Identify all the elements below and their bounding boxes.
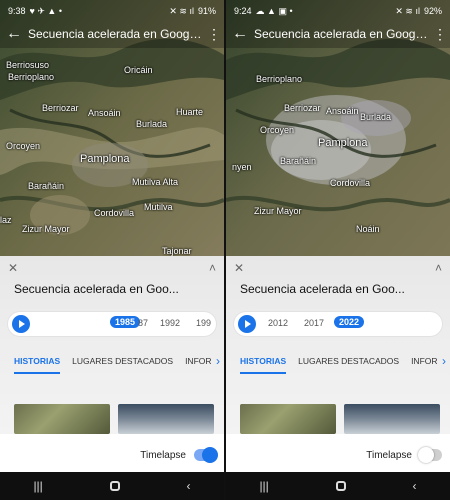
notification-icons: ☁ ▲ ▣ • [255,5,293,16]
place-label: Zizur Mayor [22,224,70,234]
year-list: 1985 87 1992 199 [8,312,216,336]
place-label: Ansoáin [88,108,121,118]
place-label: Oricáin [124,65,153,75]
signal-icons: ✕ ≋ ıl [169,5,194,16]
place-label: Barañáin [28,181,65,191]
app-bar: ← Secuencia acelerada en Google... ⋮ [0,22,224,46]
toggle-knob [202,447,218,463]
chevron-up-icon[interactable]: ˄ [435,261,442,275]
back-nav-icon[interactable]: ‹ [413,479,417,493]
year-option[interactable]: 2017 [304,318,324,328]
status-bar: 9:38 ♥ ✈ ▲ • ✕ ≋ ıl 91% [0,0,224,22]
place-label: Cordovilla [94,208,135,218]
year-selected[interactable]: 2022 [334,316,365,328]
place-label: Cordovilla [330,178,371,188]
story-thumbnail[interactable] [344,404,440,434]
story-thumbnail[interactable] [14,404,110,434]
place-label: Berrioplano [8,72,55,82]
year-option[interactable]: 87 [138,318,148,328]
app-bar: ← Secuencia acelerada en Google... ⋮ [226,22,450,46]
year-scrubber[interactable]: 2012 2017 2022 [234,312,442,336]
tab-historias[interactable]: HISTORIAS [240,356,287,374]
chevron-right-icon[interactable]: › [442,354,446,368]
signal-icons: ✕ ≋ ıl [395,5,420,16]
story-thumbnails [0,404,224,438]
place-label: Pamplona [318,137,368,149]
story-thumbnails [226,404,450,438]
place-label: Berriosuso [6,60,50,70]
app-title: Secuencia acelerada en Google... [254,27,430,41]
year-option[interactable]: 1992 [160,318,180,328]
place-label: Noáin [356,224,380,234]
chevron-up-icon[interactable]: ˄ [209,261,216,275]
year-option[interactable]: 2012 [268,318,288,328]
tab-lugares-destacados[interactable]: LUGARES DESTACADOS [72,356,173,374]
recents-icon[interactable]: ||| [259,479,268,493]
place-label: nyen [232,162,252,172]
place-label: Mutilva [144,202,173,212]
chevron-right-icon[interactable]: › [216,354,220,368]
place-label: Berrioplano [256,74,303,84]
timelapse-label: Timelapse [366,449,412,461]
place-label: Orcoyen [6,141,41,151]
notification-icons: ♥ ✈ ▲ • [29,5,62,16]
place-label: Berriozar [284,103,321,113]
app-title: Secuencia acelerada en Google... [28,27,204,41]
tab-informacion[interactable]: INFOR [411,356,437,374]
story-thumbnail[interactable] [240,404,336,434]
more-vert-icon[interactable]: ⋮ [204,26,224,43]
place-label: Barañáin [280,156,317,166]
recents-icon[interactable]: ||| [33,479,42,493]
place-label: Orcoyen [260,125,295,135]
back-nav-icon[interactable]: ‹ [187,479,191,493]
arrow-left-icon[interactable]: ← [0,25,28,43]
place-label: laz [0,215,12,225]
more-vert-icon[interactable]: ⋮ [430,26,450,43]
battery-level: 92% [423,6,442,16]
toggle-knob [418,447,434,463]
home-icon[interactable] [335,481,346,491]
close-icon[interactable]: ✕ [8,261,18,275]
place-label: Burlada [136,119,168,129]
time: 9:24 [234,6,252,16]
system-nav-bar: ||| ‹ [226,472,450,500]
satellite-map[interactable]: 9:38 ♥ ✈ ▲ • ✕ ≋ ıl 91% ← Secuencia acel… [0,0,224,256]
place-label: Huarte [176,107,204,117]
timelapse-toggle[interactable] [418,447,442,463]
timelapse-bar: Timelapse [226,438,450,472]
story-thumbnail[interactable] [118,404,214,434]
screen-2022: 9:24 ☁ ▲ ▣ • ✕ ≋ ıl 92% ← Secuencia acel… [226,0,450,500]
place-label: Zizur Mayor [254,206,302,216]
home-icon[interactable] [109,481,120,491]
timelapse-bar: Timelapse [0,438,224,472]
place-label: Pamplona [80,153,130,165]
close-icon[interactable]: ✕ [234,261,244,275]
year-selected[interactable]: 1985 [110,316,141,328]
place-label: Ansoáin [326,106,359,116]
tab-lugares-destacados[interactable]: LUGARES DESTACADOS [298,356,399,374]
year-list: 2012 2017 2022 [234,312,442,336]
year-scrubber[interactable]: 1985 87 1992 199 [8,312,216,336]
panel-title: Secuencia acelerada en Goo... [14,282,179,296]
place-label: Burlada [360,112,392,122]
tab-historias[interactable]: HISTORIAS [14,356,61,374]
system-nav-bar: ||| ‹ [0,472,224,500]
place-label: Mutilva Alta [132,177,179,187]
screen-1985: 9:38 ♥ ✈ ▲ • ✕ ≋ ıl 91% ← Secuencia acel… [0,0,224,500]
place-label: Tajonar [162,246,192,256]
tab-informacion[interactable]: INFOR [185,356,211,374]
satellite-map[interactable]: 9:24 ☁ ▲ ▣ • ✕ ≋ ıl 92% ← Secuencia acel… [226,0,450,256]
year-option[interactable]: 199 [196,318,211,328]
arrow-left-icon[interactable]: ← [226,25,254,43]
battery-level: 91% [197,6,216,16]
place-label: Berriozar [42,103,79,113]
timelapse-label: Timelapse [140,449,186,461]
panel-title: Secuencia acelerada en Goo... [240,282,405,296]
timelapse-toggle[interactable] [194,447,218,463]
status-bar: 9:24 ☁ ▲ ▣ • ✕ ≋ ıl 92% [226,0,450,22]
time: 9:38 [8,6,26,16]
tabs: HISTORIAS LUGARES DESTACADOS INFOR › [226,346,450,374]
tabs: HISTORIAS LUGARES DESTACADOS INFOR › [0,346,224,374]
screens: 9:38 ♥ ✈ ▲ • ✕ ≋ ıl 91% ← Secuencia acel… [0,0,450,500]
